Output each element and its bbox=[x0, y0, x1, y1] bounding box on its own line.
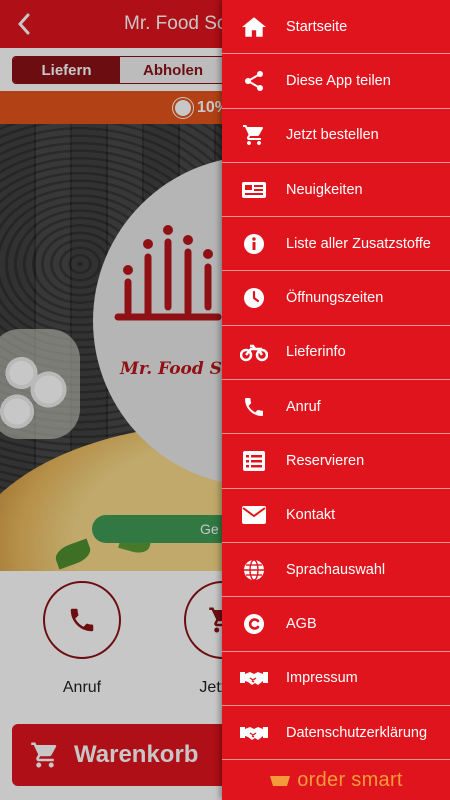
menu-item-label: Startseite bbox=[286, 18, 348, 35]
globe-icon bbox=[222, 558, 286, 581]
menu-item-label: Lieferinfo bbox=[286, 344, 346, 361]
cart-icon bbox=[222, 123, 286, 147]
drawer-footer: order smart bbox=[222, 760, 450, 800]
order-smart-logo-icon bbox=[270, 776, 291, 786]
menu-item-call[interactable]: Anruf bbox=[222, 380, 450, 435]
menu-item-label: Anruf bbox=[286, 398, 321, 415]
menu-item-label: Jetzt bestellen bbox=[286, 127, 379, 144]
menu-item-order-now[interactable]: Jetzt bestellen bbox=[222, 109, 450, 163]
menu-item-label: Liste aller Zusatzstoffe bbox=[286, 235, 431, 252]
menu-item-delivery-info[interactable]: Lieferinfo bbox=[222, 326, 450, 381]
list-icon bbox=[222, 451, 286, 472]
menu-item-language[interactable]: Sprachauswahl bbox=[222, 543, 450, 598]
menu-item-label: Sprachauswahl bbox=[286, 561, 386, 578]
envelope-icon bbox=[222, 506, 286, 525]
menu-item-label: Diese App teilen bbox=[286, 72, 391, 89]
menu-item-reserve[interactable]: Reservieren bbox=[222, 434, 450, 489]
order-smart-logo: order smart bbox=[269, 769, 403, 792]
menu-item-opening-hours[interactable]: Öffnungszeiten bbox=[222, 271, 450, 326]
navigation-drawer: Startseite Diese App teilen Jetzt bestel… bbox=[222, 0, 450, 800]
menu-item-label: Kontakt bbox=[286, 507, 336, 524]
menu-item-label: Impressum bbox=[286, 670, 358, 687]
clock-icon bbox=[222, 287, 286, 309]
home-icon bbox=[222, 15, 286, 39]
menu-item-label: Reservieren bbox=[286, 453, 365, 470]
motorcycle-icon bbox=[222, 342, 286, 362]
menu-item-contact[interactable]: Kontakt bbox=[222, 489, 450, 543]
copyright-icon bbox=[222, 613, 286, 635]
menu-item-startseite[interactable]: Startseite bbox=[222, 0, 450, 55]
menu-item-imprint[interactable]: Impressum bbox=[222, 652, 450, 706]
share-icon bbox=[222, 69, 286, 93]
phone-icon bbox=[222, 395, 286, 419]
newspaper-icon bbox=[222, 180, 286, 200]
menu-item-label: Neuigkeiten bbox=[286, 181, 363, 198]
info-icon bbox=[222, 233, 286, 255]
menu-item-label: AGB bbox=[286, 615, 317, 632]
handshake-icon bbox=[222, 668, 286, 688]
menu-item-label: Datenschutzerklärung bbox=[286, 724, 428, 741]
handshake-icon bbox=[222, 723, 286, 743]
menu-item-terms[interactable]: AGB bbox=[222, 597, 450, 652]
menu-item-additives[interactable]: Liste aller Zusatzstoffe bbox=[222, 217, 450, 272]
menu-item-label: Öffnungszeiten bbox=[286, 290, 384, 307]
order-smart-logo-text: order smart bbox=[297, 768, 403, 791]
menu-item-privacy[interactable]: Datenschutzerklärung bbox=[222, 706, 450, 761]
menu-item-news[interactable]: Neuigkeiten bbox=[222, 163, 450, 218]
menu-item-share-app[interactable]: Diese App teilen bbox=[222, 54, 450, 109]
